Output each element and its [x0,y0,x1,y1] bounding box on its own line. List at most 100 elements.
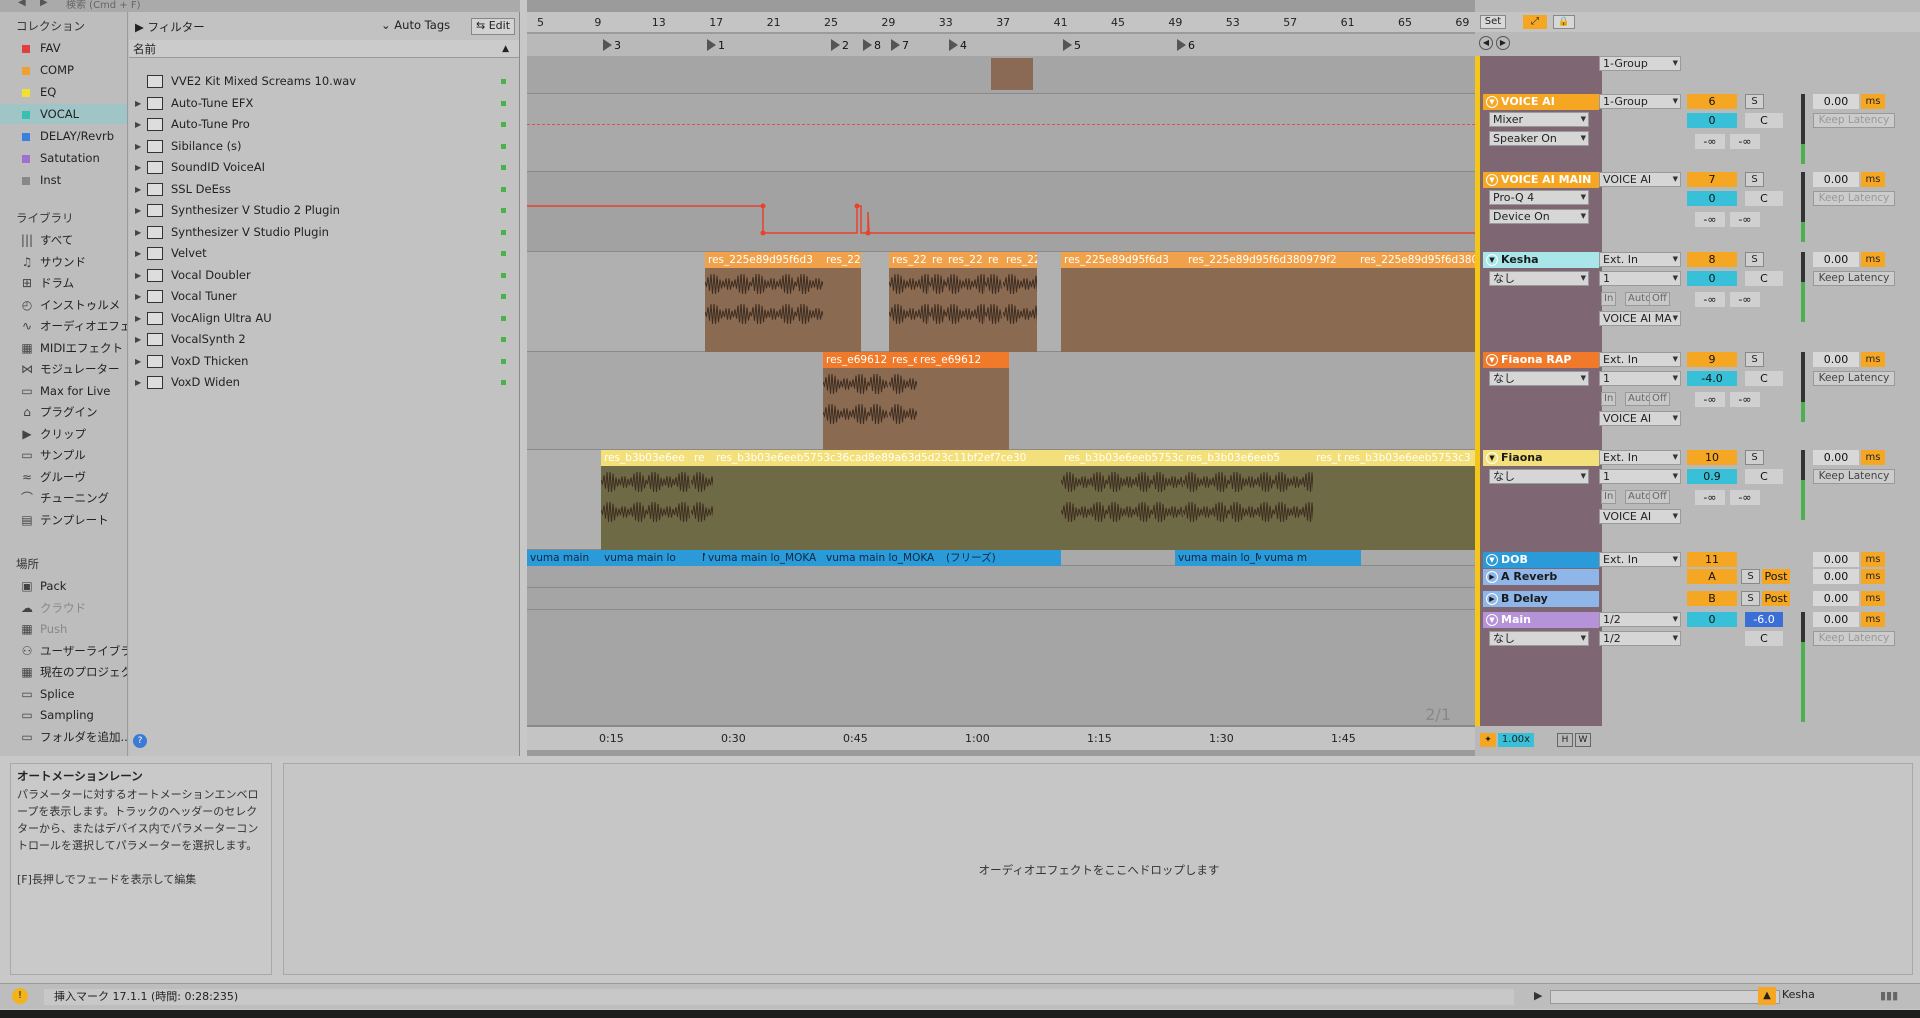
fold-icon[interactable]: ▶ [1486,593,1498,605]
expand-arrow-icon[interactable]: ▶ [135,265,141,286]
w-button[interactable]: W [1575,733,1591,747]
track-delay-value[interactable]: 0.00 [1813,612,1859,627]
file-row[interactable]: ▶ VocAlign Ultra AU [129,308,519,329]
lane-delay[interactable] [527,588,1475,610]
expand-arrow-icon[interactable]: ▶ [135,93,141,114]
audio-clip[interactable]: res_b3b03e6eeb5753c3 [1341,450,1475,550]
audio-clip[interactable]: res_e69612 [917,352,1009,450]
fold-icon[interactable]: ▼ [1486,614,1498,626]
input-type-select[interactable]: VOICE AI [1599,172,1681,187]
library-item-2[interactable]: ⊞ ドラム [0,273,127,293]
expand-arrow-icon[interactable]: ▶ [135,351,141,372]
device-view[interactable]: オーディオエフェクトをここへドロップします [283,763,1913,975]
monitor-select[interactable]: なし [1489,271,1589,286]
locator-marker[interactable]: 3 [603,39,621,52]
clip-group-top[interactable] [991,58,1033,90]
expand-arrow-icon[interactable]: ▶ [135,157,141,178]
locator-marker[interactable]: 2 [831,39,849,52]
play-icon[interactable]: ▶ [1534,989,1542,1002]
file-row[interactable]: ▶ SSL DeEss [129,179,519,200]
filter-toggle[interactable]: ▶ フィルター [135,19,205,35]
search-input[interactable]: 検索 (Cmd + F) [66,0,141,11]
keep-latency-button[interactable]: Keep Latency [1813,191,1895,206]
library-item-7[interactable]: ▭ Max for Live [0,381,127,401]
volume-value[interactable]: 0 [1687,271,1737,286]
h-button[interactable]: H [1557,733,1573,747]
name-column-header[interactable]: 名前 ▲ [129,40,519,58]
track-name-fiaona[interactable]: ▼ Fiaona [1483,450,1599,466]
input-channel-select[interactable]: 1 [1599,469,1681,484]
delay-unit-button[interactable]: ms [1861,569,1885,584]
audio-clip[interactable]: res_22 [945,252,985,352]
send-a-value[interactable]: -∞ [1695,490,1725,505]
track-delay-value[interactable]: 0.00 [1813,569,1859,584]
output-select[interactable]: VOICE AI MA [1599,311,1681,326]
locator-marker[interactable]: 7 [891,39,909,52]
solo-button[interactable]: S [1745,172,1764,187]
monitor-select[interactable]: なし [1489,631,1589,646]
track-name-fiaona-rap[interactable]: ▼ Fiaona RAP [1483,352,1599,368]
send-a-value[interactable]: -∞ [1695,134,1725,149]
delay-unit-button[interactable]: ms [1861,94,1885,109]
set-button[interactable]: Set [1480,15,1506,29]
dob-clip[interactable]: vuma main [527,550,601,566]
send-b-value[interactable]: -∞ [1730,134,1760,149]
locator-strip[interactable]: 3 1 2 8 7 4 5 6 [527,34,1475,56]
keep-latency-button[interactable]: Keep Latency [1813,371,1895,386]
post-button[interactable]: Post [1762,569,1790,584]
track-delay-value[interactable]: 0.00 [1813,450,1859,465]
collection-comp[interactable]: COMP [0,60,127,80]
beat-ruler[interactable]: 5 9 13 17 21 25 29 33 37 41 45 49 53 57 61 65 69 [527,12,1475,32]
file-row[interactable]: ▶ VocalSynth 2 [129,329,519,350]
pan-value[interactable]: C [1745,371,1783,386]
edit-button[interactable]: ⇆ Edit [471,18,515,35]
collection-vocal[interactable]: VOCAL [0,104,127,124]
pan-value[interactable]: C [1745,113,1783,128]
input-type-select[interactable]: Ext. In [1599,450,1681,465]
cue-out-select[interactable]: 1/2 [1599,612,1681,627]
dob-clip[interactable]: vuma main lo_MOKA [705,550,823,566]
locator-marker[interactable]: 6 [1177,39,1195,52]
send-b-value[interactable]: -∞ [1730,392,1760,407]
dob-clip[interactable]: (フリーズ) [943,550,1061,566]
library-item-12[interactable]: ⌒ チューニング [0,488,127,508]
fold-icon[interactable]: ▼ [1486,354,1498,366]
expand-arrow-icon[interactable]: ▶ [135,372,141,393]
delay-unit-button[interactable]: ms [1861,450,1885,465]
main-out-select[interactable]: 1/2 [1599,631,1681,646]
track-delay-value[interactable]: 0.00 [1813,352,1859,367]
next-locator-icon[interactable]: ▶ [1496,36,1510,50]
audio-clip[interactable]: res_b3b0 [1313,450,1341,550]
place-item-1[interactable]: ☁ クラウド [0,598,127,618]
audio-clip[interactable]: res_225e89d95f6d3 [705,252,823,352]
input-channel-select[interactable]: 1 [1599,371,1681,386]
expand-arrow-icon[interactable]: ▶ [135,179,141,200]
send-b-value[interactable]: -∞ [1730,292,1760,307]
expand-arrow-icon[interactable]: ▶ [135,114,141,135]
file-row[interactable]: ▶ Synthesizer V Studio Plugin [129,222,519,243]
prev-locator-icon[interactable]: ◀ [1479,36,1493,50]
fold-icon[interactable]: ▼ [1486,174,1498,186]
solo-button[interactable]: S [1745,252,1764,267]
monitor-off-button[interactable]: Off [1649,292,1670,306]
place-item-7[interactable]: ▭ フォルダを追加... [0,727,127,747]
delay-unit-button[interactable]: ms [1861,352,1885,367]
file-row[interactable]: ▶ Auto-Tune EFX [129,93,519,114]
locator-marker[interactable]: 1 [707,39,725,52]
fold-icon[interactable]: ▼ [1486,452,1498,464]
locator-marker[interactable]: 4 [949,39,967,52]
output-select[interactable]: VOICE AI [1599,411,1681,426]
device-select[interactable]: Mixer [1489,112,1589,127]
device-param-select[interactable]: Speaker On [1489,131,1589,146]
expand-arrow-icon[interactable]: ▶ [135,200,141,221]
monitor-select[interactable]: なし [1489,469,1589,484]
audio-clip[interactable]: res_22 [823,252,861,352]
track-delay-value[interactable]: 0.00 [1813,591,1859,606]
output-select[interactable]: VOICE AI [1599,509,1681,524]
monitor-select[interactable]: なし [1489,371,1589,386]
delay-unit-button[interactable]: ms [1861,552,1885,567]
audio-clip[interactable]: res_22 [889,252,929,352]
solo-button[interactable]: S [1745,94,1764,109]
lane-fiaona-rap[interactable]: res_e69612res_e69612res_e69612 [527,352,1475,450]
send-a-value[interactable]: -∞ [1695,392,1725,407]
